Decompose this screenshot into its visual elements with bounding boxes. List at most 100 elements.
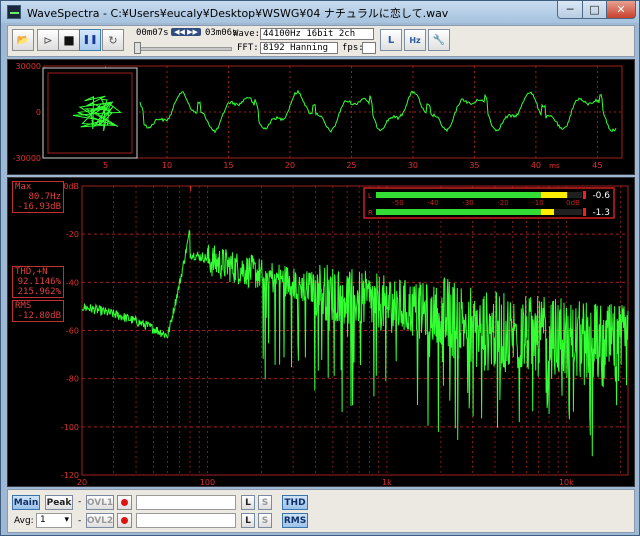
seek-buttons[interactable]: ◀◀ ▶▶	[171, 28, 201, 36]
ovl2-name-field[interactable]	[136, 513, 236, 528]
ovl2-load-button[interactable]: L	[241, 513, 255, 528]
level-meter-right-label: R	[368, 209, 373, 217]
wave-x-tick: 10	[162, 161, 172, 170]
ovl1-record-button[interactable]	[117, 495, 132, 510]
level-meter-scale-tick: 0dB	[566, 199, 580, 207]
spectrum-y-tick: -80	[66, 375, 79, 384]
level-meter-left-green	[376, 192, 541, 198]
ovl1-name-field[interactable]	[136, 495, 236, 510]
wave-x-tick: 30	[408, 161, 418, 170]
thd-label: THD,+N	[15, 267, 48, 277]
rms-label: RMS	[15, 301, 32, 311]
main-button[interactable]: Main	[12, 495, 40, 510]
pause-button[interactable]: ❚❚	[79, 29, 101, 51]
position-slider-knob[interactable]	[134, 42, 141, 54]
thd-left-value: 92.1146%	[17, 277, 61, 287]
title-bar[interactable]: WaveSpectra - C:¥Users¥eucaly¥Desktop¥WS…	[1, 1, 639, 23]
wave-x-unit: ms	[549, 162, 560, 170]
spectrum-panel: 0dB -20 -40 -60 -80 -100 -120 20 100 1k 10k L -0.6 R -…	[7, 177, 635, 487]
level-meter-right-green	[376, 209, 541, 215]
level-meter-left-yellow	[540, 192, 568, 198]
level-meter-left-db: -0.6	[592, 191, 610, 201]
max-frequency: 80.7Hz	[28, 192, 61, 202]
thd-button[interactable]: THD	[282, 495, 308, 510]
level-meter-right-yellow	[540, 209, 554, 215]
spectrum-x-tick: 10k	[559, 478, 574, 486]
app-icon	[7, 5, 21, 19]
ovl2-record-button[interactable]	[117, 513, 132, 528]
fft-setting-field[interactable]: 8192 Hanning	[260, 42, 338, 54]
separator-dash: -	[78, 497, 82, 507]
wave-x-tick: 5	[103, 161, 108, 170]
level-meter-left-label: L	[368, 192, 372, 200]
wave-label: Wave:	[233, 29, 261, 39]
avg-label: Avg:	[14, 516, 34, 526]
wave-x-tick: 25	[346, 161, 356, 170]
level-meter-scale-tick: -20	[497, 199, 508, 207]
spectrum-y-tick: -40	[66, 278, 79, 287]
wave-y-tick: -30000	[13, 154, 41, 163]
frequency-icon: Hz	[409, 35, 421, 45]
spectrum-x-tick: 1k	[382, 478, 392, 486]
wave-format-field: 44100Hz 16bit 2ch	[260, 28, 374, 40]
ovl1-save-button[interactable]: S	[258, 495, 272, 510]
close-button[interactable]: ✕	[606, 1, 636, 19]
spectrum-x-tick: 20	[77, 478, 87, 486]
level-meter-scale-tick: -50	[392, 199, 403, 207]
peak-button[interactable]: Peak	[45, 495, 73, 510]
frequency-button[interactable]: Hz	[404, 29, 426, 51]
rms-button[interactable]: RMS	[282, 513, 308, 528]
wave-x-tick: 15	[223, 161, 233, 170]
spectrum-trace	[81, 229, 629, 457]
app-window: WaveSpectra - C:¥Users¥eucaly¥Desktop¥WS…	[0, 0, 640, 536]
max-info-box: Max 80.7Hz -16.93dB	[12, 181, 64, 213]
minimize-button[interactable]: ─	[557, 1, 583, 19]
repeat-button[interactable]: ↻	[102, 29, 124, 51]
wrench-icon: 🔧	[432, 34, 446, 46]
ovl1-button[interactable]: OVL1	[86, 495, 114, 510]
thd-info-box: THD,+N 92.1146% 215.962%	[12, 266, 64, 298]
level-meter-left-peak	[583, 191, 586, 199]
window-title: WaveSpectra - C:¥Users¥eucaly¥Desktop¥WS…	[27, 7, 449, 20]
fps-field	[362, 42, 376, 54]
settings-button[interactable]: 🔧	[428, 29, 450, 51]
level-meter-scale-tick: -40	[427, 199, 438, 207]
level-meter-right-db: -1.3	[592, 208, 610, 218]
wave-y-tick: 0	[36, 108, 41, 117]
spectrum-y-tick: -20	[66, 230, 79, 239]
stop-button[interactable]: ■	[58, 29, 80, 51]
log-scale-button[interactable]: L	[380, 29, 402, 51]
waveform-plot: 30000 0 -30000 5 10 15 20 25 30 35 40 45 ms	[13, 62, 623, 170]
max-label: Max	[15, 182, 32, 192]
avg-select[interactable]: 1	[36, 513, 72, 528]
wave-x-tick: 45	[592, 161, 602, 170]
spectrum-y-tick: -60	[66, 327, 79, 336]
play-button[interactable]: ⊳	[37, 29, 59, 51]
wave-y-tick: 30000	[16, 62, 41, 71]
ovl1-load-button[interactable]: L	[241, 495, 255, 510]
spectrum-y-tick: 0dB	[63, 182, 79, 191]
folder-icon: 📂	[16, 34, 30, 46]
ovl2-button[interactable]: OVL2	[86, 513, 114, 528]
rms-value: -12.80dB	[17, 311, 61, 321]
repeat-icon: ↻	[108, 33, 118, 47]
spectrum-x-tick: 100	[200, 478, 215, 486]
toolbar: 📂 ⊳ ■ ❚❚ ↻ 00m07s ◀◀ ▶▶ 03m06s Wave: 441…	[7, 25, 635, 57]
pause-icon: ❚❚	[82, 35, 98, 45]
rms-info-box: RMS -12.80dB	[12, 300, 64, 322]
maximize-button[interactable]: □	[582, 1, 607, 19]
ovl2-save-button[interactable]: S	[258, 513, 272, 528]
wave-x-tick: 35	[469, 161, 479, 170]
position-slider-track[interactable]	[140, 47, 232, 51]
level-meter-scale-tick: -30	[462, 199, 473, 207]
thd-right-value: 215.962%	[17, 287, 61, 297]
level-meter-right-peak	[583, 208, 586, 216]
bottom-control-bar: Main Peak - OVL1 L S THD Avg: 1 - OVL2 L…	[7, 489, 635, 533]
time-elapsed: 00m07s	[136, 28, 169, 38]
max-db: -16.93dB	[17, 202, 61, 212]
wave-x-tick: 20	[285, 161, 295, 170]
separator-dash-2: -	[78, 516, 82, 526]
log-scale-icon: L	[387, 34, 395, 46]
spectrum-plot: 0dB-20-40-60-80-100-12020 100 1k 10kL -0.6R -…	[61, 182, 629, 487]
open-file-button[interactable]: 📂	[12, 29, 34, 51]
